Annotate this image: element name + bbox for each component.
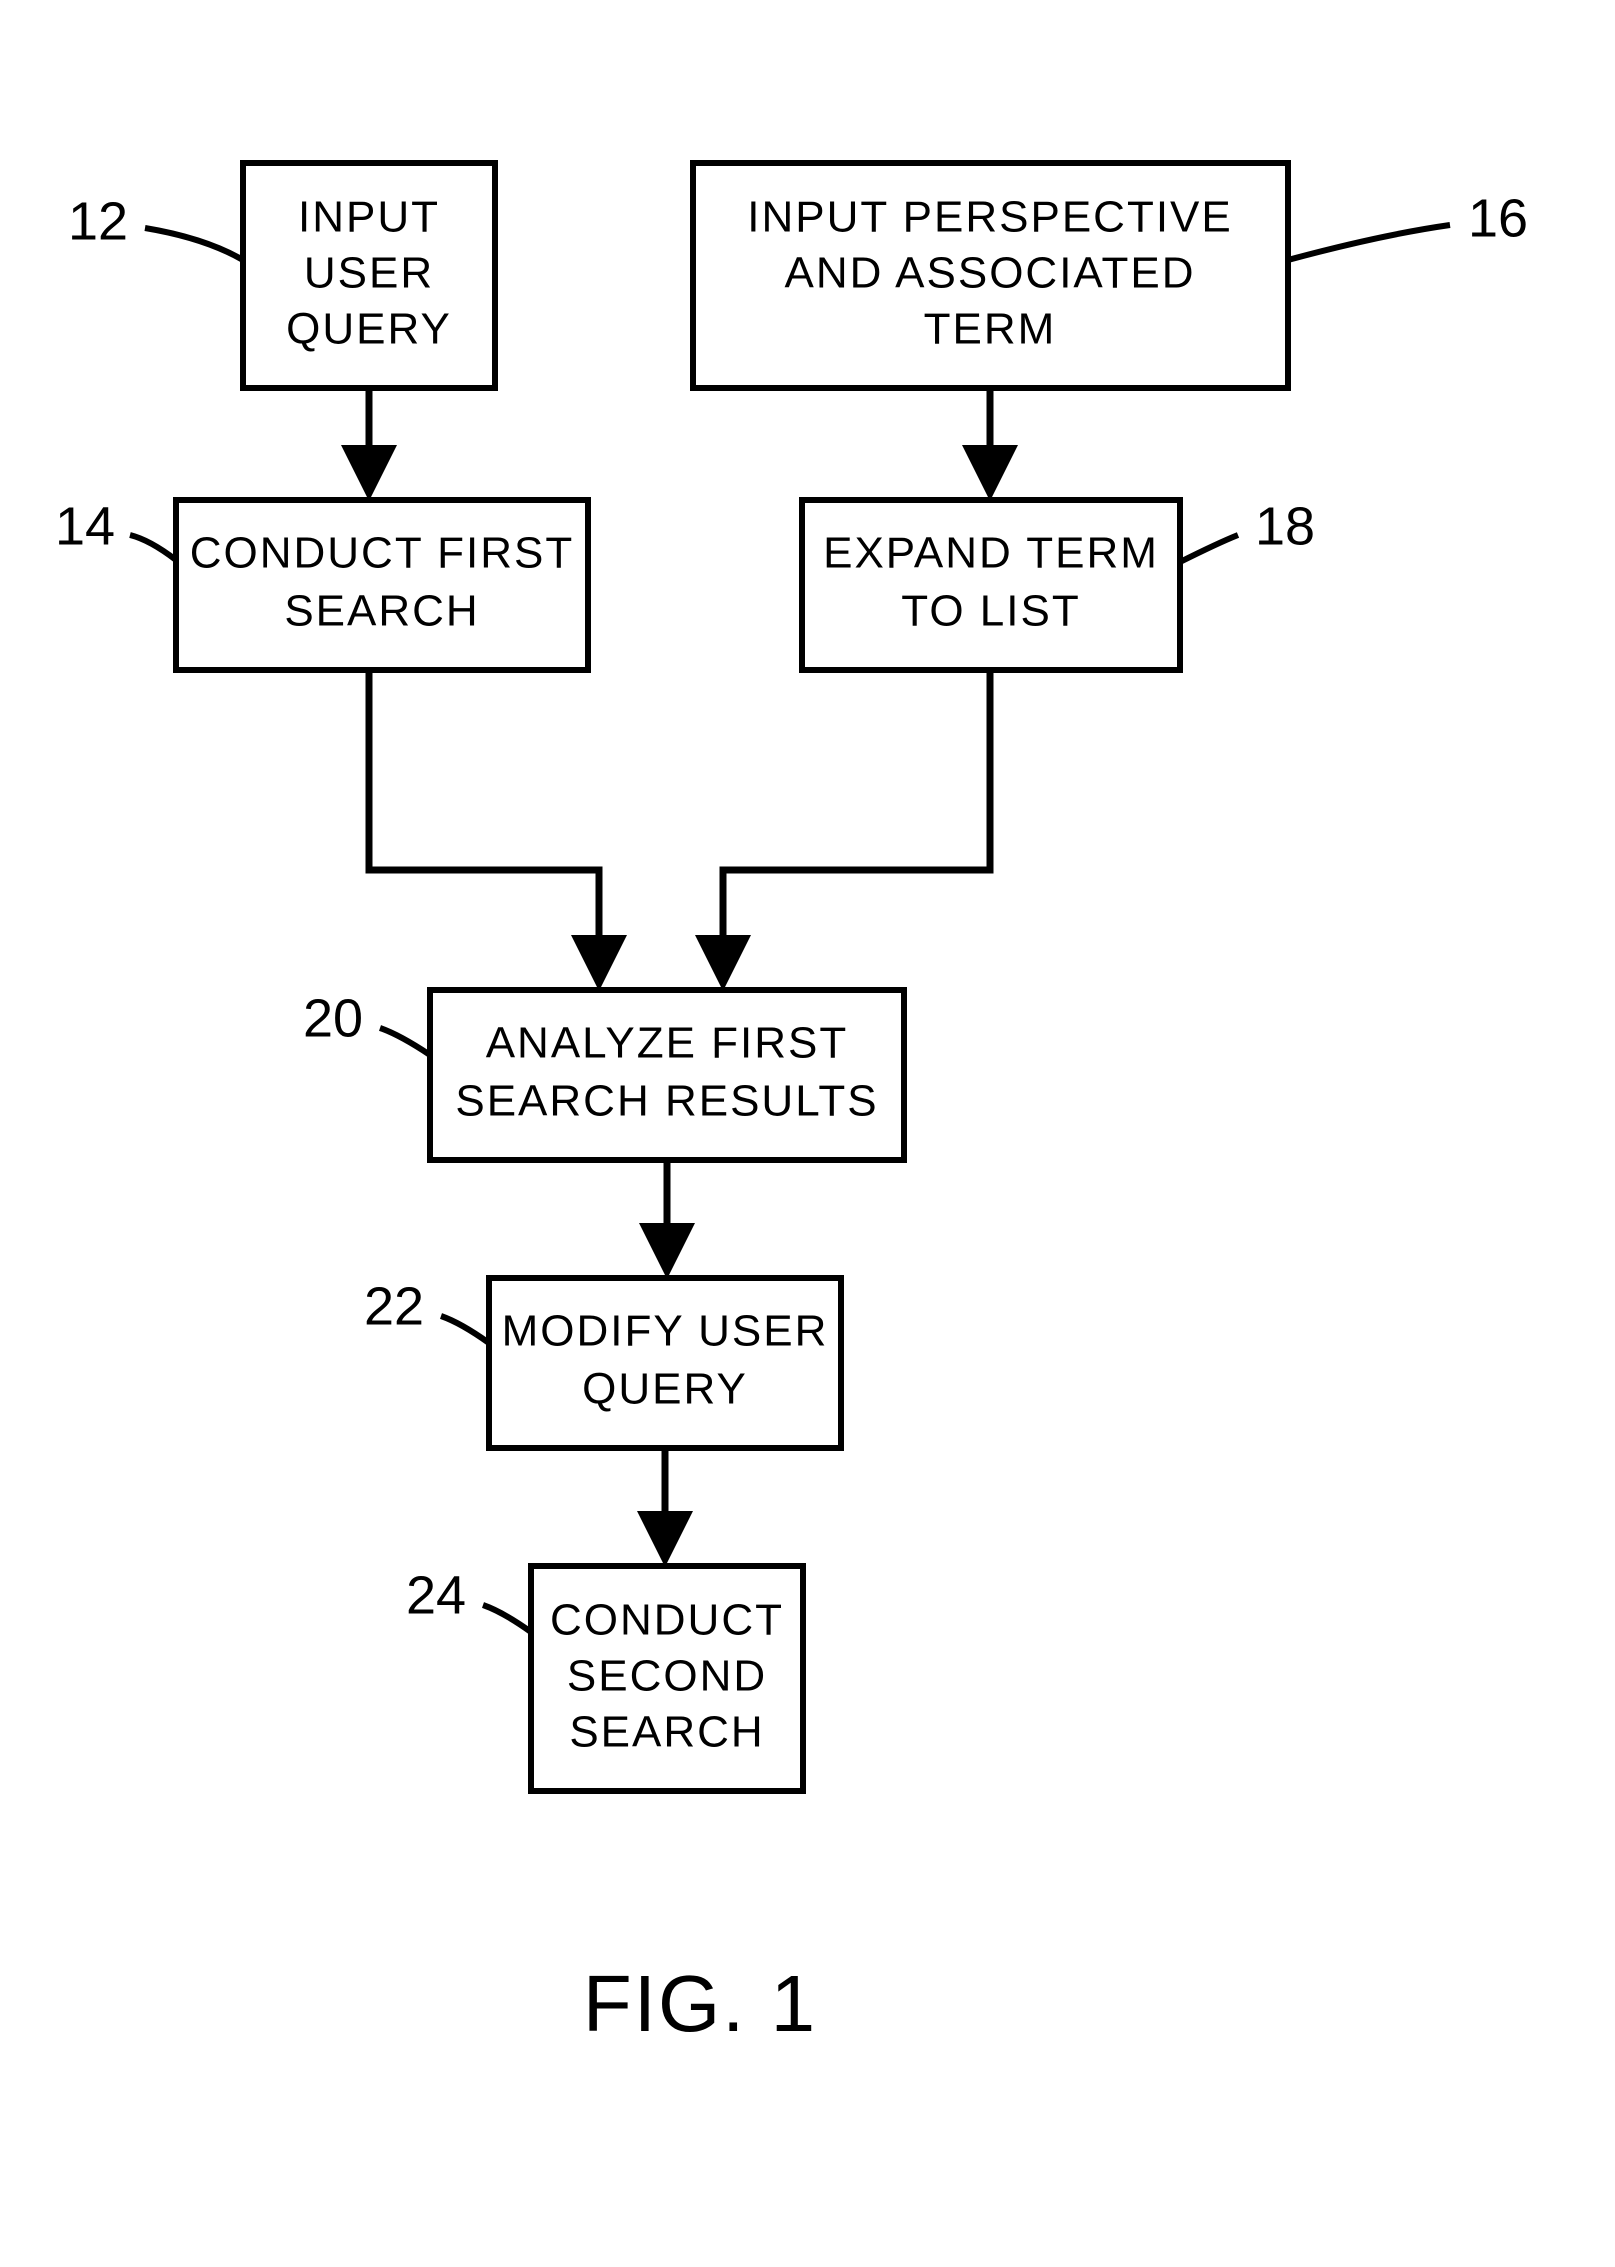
node-18-line-1: EXPAND TERM — [823, 529, 1159, 578]
node-input-user-query: INPUT USER QUERY — [243, 163, 495, 388]
node-22-line-1: MODIFY USER — [502, 1307, 829, 1356]
ref-12: 12 — [68, 191, 128, 251]
ref-22: 22 — [364, 1276, 424, 1336]
node-16-line-2: AND ASSOCIATED — [784, 249, 1195, 298]
ref-20: 20 — [303, 988, 363, 1048]
node-conduct-second-search: CONDUCT SECOND SEARCH — [531, 1566, 803, 1791]
node-14-line-2: SEARCH — [284, 587, 479, 636]
leader-20 — [380, 1028, 430, 1055]
node-conduct-first-search: CONDUCT FIRST SEARCH — [176, 500, 588, 670]
ref-16: 16 — [1468, 188, 1528, 248]
node-24-line-1: CONDUCT — [550, 1596, 784, 1645]
node-24-line-2: SECOND — [567, 1652, 767, 1701]
node-16-line-1: INPUT PERSPECTIVE — [747, 193, 1233, 242]
figure-caption: FIG. 1 — [583, 1959, 817, 2048]
node-20-line-2: SEARCH RESULTS — [455, 1077, 878, 1126]
leader-24 — [483, 1605, 531, 1632]
ref-24: 24 — [406, 1565, 466, 1625]
node-input-perspective: INPUT PERSPECTIVE AND ASSOCIATED TERM — [693, 163, 1288, 388]
node-22-line-2: QUERY — [582, 1365, 748, 1414]
leader-22 — [441, 1316, 489, 1343]
flowchart-diagram: INPUT USER QUERY 12 INPUT PERSPECTIVE AN… — [0, 0, 1615, 2267]
node-16-line-3: TERM — [924, 305, 1057, 354]
node-12-line-3: QUERY — [286, 305, 452, 354]
node-expand-term: EXPAND TERM TO LIST — [802, 500, 1180, 670]
node-modify-query: MODIFY USER QUERY — [489, 1278, 841, 1448]
node-18-line-2: TO LIST — [901, 587, 1080, 636]
ref-18: 18 — [1255, 496, 1315, 556]
node-20-line-1: ANALYZE FIRST — [486, 1019, 849, 1068]
leader-14 — [130, 535, 176, 560]
ref-14: 14 — [55, 496, 115, 556]
leader-16 — [1288, 225, 1450, 260]
edge-14-20 — [369, 670, 599, 970]
node-12-line-1: INPUT — [298, 193, 440, 242]
node-12-line-2: USER — [304, 249, 434, 298]
leader-12 — [145, 228, 243, 260]
edge-18-20 — [723, 670, 990, 970]
leader-18 — [1180, 535, 1238, 562]
node-analyze-results: ANALYZE FIRST SEARCH RESULTS — [430, 990, 904, 1160]
node-24-line-3: SEARCH — [569, 1708, 764, 1757]
node-14-line-1: CONDUCT FIRST — [190, 529, 575, 578]
